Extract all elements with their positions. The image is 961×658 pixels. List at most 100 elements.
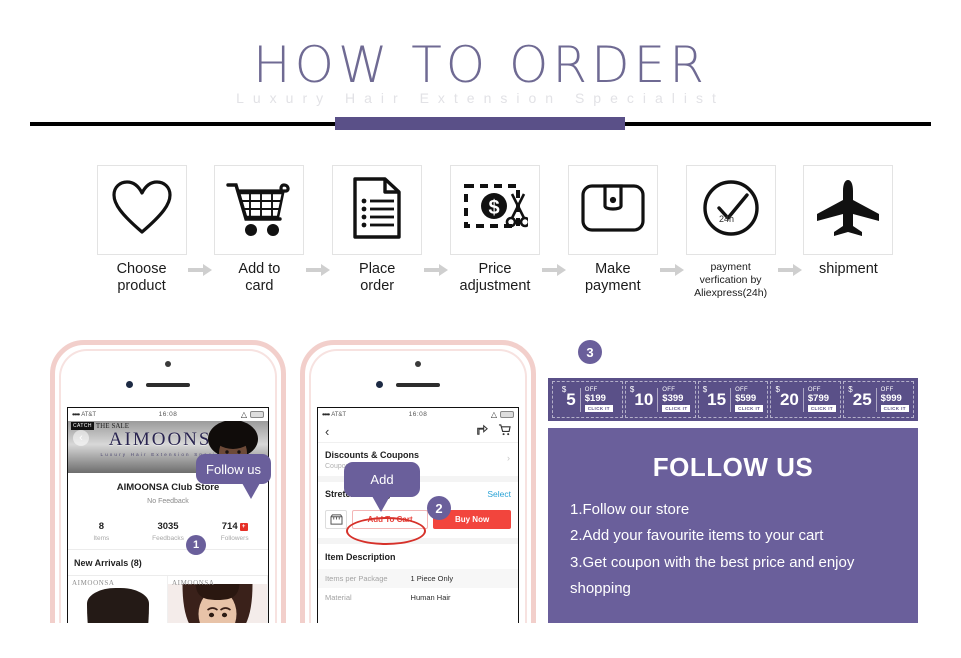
- step-label-line2: verfication by: [699, 274, 762, 287]
- step-make-payment: Make payment: [566, 165, 659, 294]
- step-label-line2: card: [245, 277, 274, 294]
- step-label-line1: Choose: [116, 261, 167, 277]
- spec-row: Material Human Hair: [318, 588, 518, 607]
- arrow-icon-1: [188, 225, 213, 315]
- arrow-icon-5: [659, 225, 684, 315]
- coupon-currency: $: [561, 385, 567, 395]
- how-to-order-infographic: HOW TO ORDER Luxury Hair Extension Speci…: [0, 0, 961, 658]
- speaker-icon: [146, 383, 190, 387]
- store-feedback-status: No Feedback: [147, 498, 189, 505]
- follow-step-3-cont: shopping: [570, 579, 631, 597]
- cart-icon[interactable]: [498, 423, 511, 441]
- coupon-cta[interactable]: CLICK IT: [807, 405, 837, 413]
- coupon-divider: [657, 387, 659, 412]
- follow-step-2: 2.Add your favourite items to your cart: [570, 527, 824, 545]
- header: HOW TO ORDER Luxury Hair Extension Speci…: [0, 0, 961, 132]
- hair-bundle-image: [86, 588, 149, 625]
- phone-top-bezel: [55, 345, 281, 403]
- phone1-statusbar: •••• AT&T 16:08 △: [68, 408, 268, 421]
- camera-icon: [165, 361, 171, 367]
- product-watermark: AIMOONSA: [72, 579, 115, 587]
- coupon-cta[interactable]: CLICK IT: [880, 405, 909, 413]
- coupon-cta[interactable]: CLICK IT: [584, 405, 613, 413]
- page-title: HOW TO ORDER: [252, 36, 708, 94]
- coupon-cta[interactable]: CLICK IT: [735, 405, 764, 413]
- step-choose-product: Choose product: [95, 165, 188, 294]
- coupon-min-spend: $599: [735, 392, 757, 404]
- stat-label: Followers: [220, 535, 249, 542]
- coupon-divider: [730, 387, 732, 412]
- arrow-icon-6: [777, 225, 802, 315]
- step-label-line2: product: [117, 277, 166, 294]
- clock-check-icon: 24h: [701, 178, 761, 243]
- coupon-min-spend: $199: [584, 392, 606, 404]
- product-card[interactable]: AIMOONSA: [68, 576, 168, 625]
- follow-step-1: 1.Follow our store: [570, 501, 690, 518]
- step-label-line3: Aliexpress(24h): [694, 287, 768, 300]
- back-icon[interactable]: ‹: [325, 425, 329, 438]
- step-label: Place order: [359, 261, 395, 294]
- product-card[interactable]: AIMOONSA: [168, 576, 268, 625]
- coupon-divider: [875, 387, 877, 412]
- stat-followers[interactable]: 714 + Followers: [201, 521, 268, 542]
- coupon-25[interactable]: $25 OFF $999 CLICK IT: [843, 381, 914, 418]
- stat-value: 8: [98, 521, 104, 532]
- step-label-line1: Make: [595, 261, 631, 277]
- step-label: Choose product: [117, 261, 167, 294]
- coupon-amount: 20: [779, 390, 799, 409]
- step-label-line1: shipment: [819, 261, 878, 277]
- spec-key: Items per Package: [325, 574, 388, 583]
- select-link[interactable]: Select: [487, 489, 511, 499]
- step-place-order: Place order: [331, 165, 424, 294]
- step-icon-box: [214, 165, 305, 255]
- coupon-cta[interactable]: CLICK IT: [662, 405, 691, 413]
- coupon-off-label: OFF: [880, 386, 894, 393]
- stat-label: Items: [93, 535, 110, 542]
- status-time: 16:08: [158, 411, 178, 418]
- bottom-crop-mask: [0, 623, 961, 658]
- product-watermark: AIMOONSA: [172, 579, 215, 587]
- step-icon-box: [96, 165, 187, 255]
- coupon-currency: $: [702, 385, 708, 395]
- callout-follow-us: Follow us: [196, 454, 271, 499]
- phone-top-bezel: [305, 345, 531, 403]
- follow-step-3: 3.Get coupon with the best price and enj…: [570, 553, 855, 571]
- coupon-10[interactable]: $10 OFF $399 CLICK IT: [624, 381, 696, 418]
- coupon-off-label: OFF: [662, 386, 676, 393]
- step-icon-box: 24h: [685, 165, 776, 255]
- sensor-icon: [376, 381, 383, 388]
- coupon-off-label: OFF: [807, 386, 821, 393]
- coupon-20[interactable]: $20 OFF $799 CLICK IT: [770, 381, 842, 418]
- header-accent-bar: [335, 117, 625, 130]
- coupon-15[interactable]: $15 OFF $599 CLICK IT: [697, 381, 769, 418]
- coupon-currency: $: [848, 385, 853, 395]
- step-badge-2: 2: [427, 496, 451, 520]
- coupon-amount: 15: [707, 390, 727, 409]
- share-icon[interactable]: [476, 423, 488, 441]
- price-scissors-icon: $: [462, 178, 531, 243]
- back-button[interactable]: ‹: [73, 430, 89, 446]
- steps-row: Choose product Add to card Place order $…: [95, 165, 895, 300]
- status-time: 16:08: [408, 411, 428, 418]
- callout-add: Add: [344, 462, 420, 512]
- step-label-line2: payment: [584, 277, 641, 294]
- store-icon[interactable]: [325, 510, 347, 529]
- coupon-currency: $: [629, 385, 635, 395]
- coupon-amount: 10: [634, 390, 654, 409]
- store-stats-row: 8 Items 3035 Feedbacks 714 + Followers: [68, 512, 268, 550]
- speaker-icon: [396, 383, 440, 387]
- follow-plus-badge[interactable]: +: [239, 523, 248, 531]
- coupon-5[interactable]: $5 OFF $199 CLICK IT: [552, 381, 623, 418]
- step-price-adjustment: $ Price adjustment: [448, 165, 541, 294]
- coupon-amount: 5: [566, 390, 576, 409]
- sensor-icon: [126, 381, 133, 388]
- coupon-divider: [579, 387, 581, 412]
- spec-key: Material: [325, 593, 352, 602]
- stat-items[interactable]: 8 Items: [68, 521, 135, 542]
- wallet-icon: [580, 182, 646, 239]
- spec-value: 1 Piece Only: [410, 574, 454, 583]
- product-navbar: ‹: [318, 421, 518, 443]
- spec-row: Items per Package 1 Piece Only: [318, 569, 518, 588]
- page-subtitle: Luxury Hair Extension Specialist: [236, 90, 725, 106]
- phone2-statusbar: •••• AT&T 16:08 △: [318, 408, 518, 421]
